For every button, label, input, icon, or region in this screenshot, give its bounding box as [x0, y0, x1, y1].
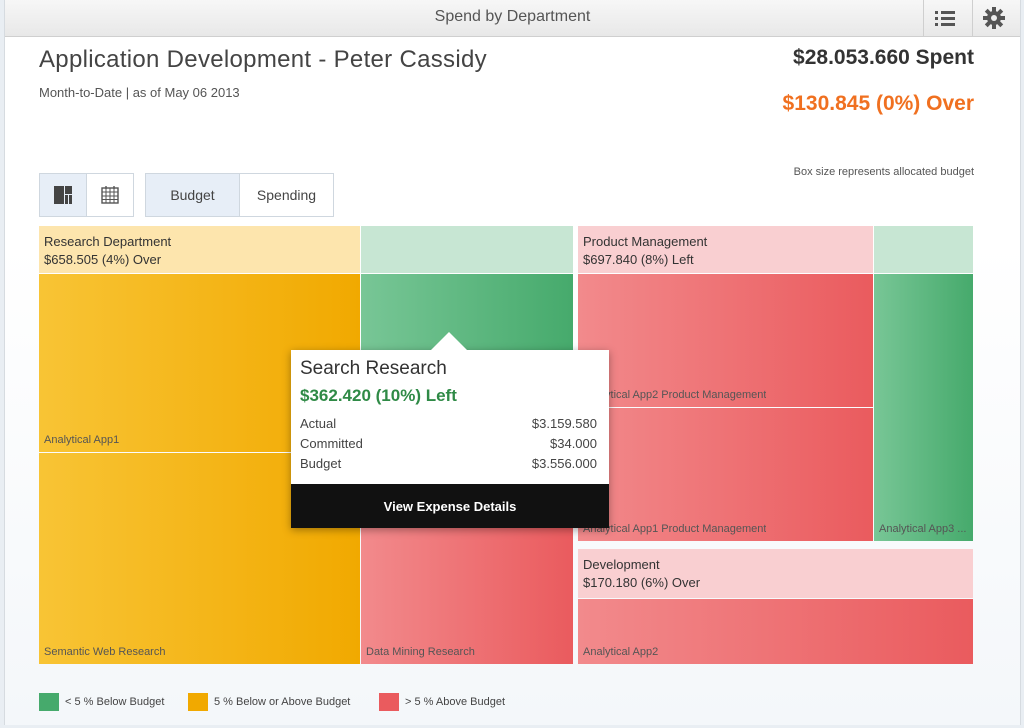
- title-bar: Spend by Department: [5, 0, 1020, 37]
- toolbar-divider: [923, 0, 924, 36]
- legend-label: > 5 % Above Budget: [405, 696, 505, 708]
- legend-label: 5 % Below or Above Budget: [214, 696, 351, 708]
- app-frame: Spend by Department Application Developm…: [4, 0, 1021, 725]
- treemap-icon: [54, 186, 72, 204]
- gear-icon[interactable]: [982, 6, 1006, 30]
- analytical-app3-header[interactable]: [874, 226, 973, 273]
- cell-label: Analytical App2: [583, 646, 659, 658]
- over-total: $130.845 (0%) Over: [782, 92, 974, 115]
- legend-item-below: < 5 % Below Budget: [39, 693, 164, 711]
- cell-label: Analytical App1 Product Management: [583, 523, 767, 535]
- view-expense-details-button[interactable]: View Expense Details: [291, 484, 609, 528]
- tooltip-status: $362.420 (10%) Left: [300, 386, 457, 405]
- tab-spending[interactable]: Spending: [239, 173, 334, 217]
- page-subtitle: Month-to-Date | as of May 06 2013: [39, 85, 240, 100]
- legend-item-above: > 5 % Above Budget: [379, 693, 505, 711]
- spent-total: $28.053.660 Spent: [793, 46, 974, 69]
- cell-label: Analytical App2 Product Management: [583, 389, 767, 401]
- toolbar-divider: [972, 0, 973, 36]
- row-label: Actual: [300, 416, 337, 431]
- legend-swatch-green: [39, 693, 59, 711]
- legend-item-within: 5 % Below or Above Budget: [188, 693, 350, 711]
- row-value: $3.159.580: [531, 416, 597, 431]
- cell-label: Data Mining Research: [366, 646, 475, 658]
- group-name: Product Management: [583, 234, 708, 249]
- product-management-header[interactable]: Product Management $697.840 (8%) Left: [578, 226, 873, 273]
- cell-label: Analytical App3 ...: [879, 523, 967, 535]
- treemap-cell-analytical-app2[interactable]: Analytical App2: [578, 599, 973, 664]
- row-value: $34.000: [550, 436, 597, 451]
- group-status: $658.505 (4%) Over: [44, 252, 162, 267]
- group-name: Research Department: [44, 234, 172, 249]
- box-size-note: Box size represents allocated budget: [793, 166, 974, 178]
- row-label: Budget: [300, 456, 342, 471]
- research-department-header[interactable]: Research Department $658.505 (4%) Over: [39, 226, 360, 273]
- tooltip-row-committed: Committed $34.000: [300, 436, 597, 451]
- cell-label: Analytical App1: [44, 434, 120, 446]
- group-status: $697.840 (8%) Left: [583, 252, 694, 267]
- treemap-cell-analytical-app1-product-management[interactable]: Analytical App1 Product Management: [578, 408, 873, 541]
- page-title: Application Development - Peter Cassidy: [39, 46, 487, 73]
- legend-swatch-red: [379, 693, 399, 711]
- detail-tooltip: Search Research $362.420 (10%) Left Actu…: [291, 332, 609, 528]
- table-grid-icon: [101, 186, 119, 204]
- tooltip-row-actual: Actual $3.159.580: [300, 416, 597, 431]
- row-value: $3.556.000: [531, 456, 597, 471]
- development-header[interactable]: Development $170.180 (6%) Over: [578, 549, 973, 598]
- cell-label: Semantic Web Research: [44, 646, 166, 658]
- group-name: Development: [583, 557, 660, 572]
- group-status: $170.180 (6%) Over: [583, 575, 701, 590]
- window-title: Spend by Department: [434, 8, 591, 25]
- treemap-view-button[interactable]: [39, 173, 87, 217]
- tooltip-row-budget: Budget $3.556.000: [300, 456, 597, 471]
- tab-budget[interactable]: Budget: [145, 173, 240, 217]
- legend-swatch-orange: [188, 693, 208, 711]
- treemap-cell-analytical-app3[interactable]: Analytical App3 ...: [874, 274, 973, 541]
- tooltip-title: Search Research: [300, 358, 447, 379]
- list-icon[interactable]: [933, 7, 957, 29]
- legend-label: < 5 % Below Budget: [65, 696, 165, 708]
- table-view-button[interactable]: [86, 173, 134, 217]
- treemap-cell-analytical-app2-product-management[interactable]: Analytical App2 Product Management: [578, 274, 873, 407]
- search-research-header[interactable]: [361, 226, 573, 273]
- tooltip-caret: [431, 332, 467, 350]
- row-label: Committed: [300, 436, 363, 451]
